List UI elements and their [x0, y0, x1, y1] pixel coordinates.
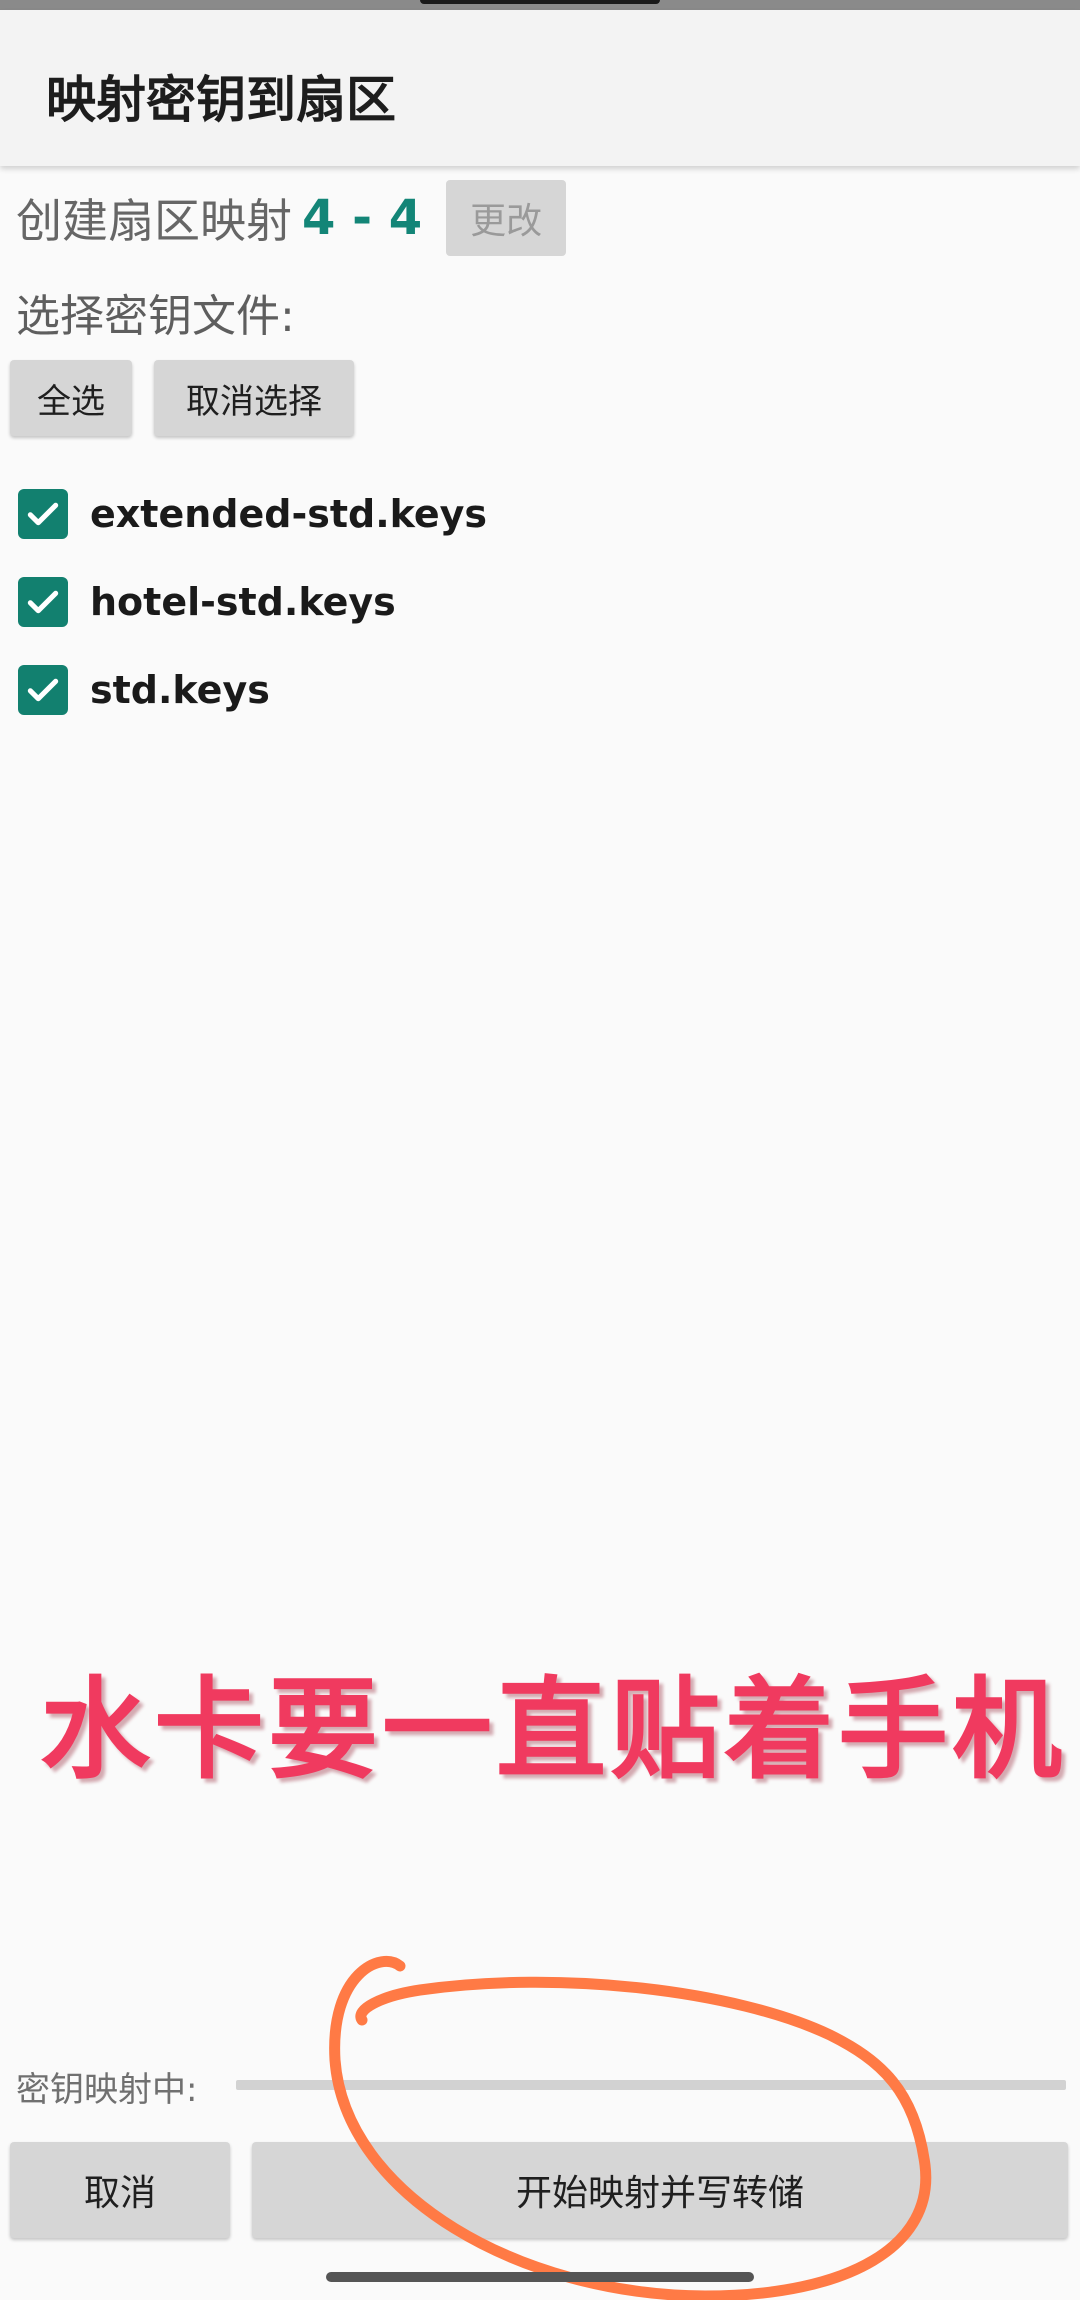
annotation-text: 水卡要一直贴着手机	[40, 1666, 1066, 1794]
key-file-list: extended-std.keys hotel-std.keys std.key…	[18, 470, 487, 734]
deselect-button[interactable]: 取消选择	[154, 360, 354, 436]
change-button[interactable]: 更改	[446, 180, 567, 256]
cancel-button[interactable]: 取消	[10, 2142, 230, 2238]
checkmark-icon[interactable]	[18, 489, 68, 539]
key-file-item[interactable]: std.keys	[18, 646, 487, 734]
select-all-button[interactable]: 全选	[10, 360, 132, 436]
key-file-item[interactable]: extended-std.keys	[18, 470, 487, 558]
status-bar	[0, 0, 1080, 10]
sector-mapping-row: 创建扇区映射 4 - 4 更改	[16, 180, 567, 256]
key-file-label: hotel-std.keys	[90, 580, 396, 624]
progress-label: 密钥映射中:	[16, 2070, 198, 2110]
start-mapping-button[interactable]: 开始映射并写转储	[252, 2142, 1068, 2238]
home-indicator[interactable]	[326, 2272, 754, 2282]
select-key-files-label: 选择密钥文件:	[16, 291, 295, 342]
progress-bar	[236, 2080, 1066, 2090]
key-file-label: std.keys	[90, 668, 270, 712]
camera-notch	[420, 0, 660, 4]
circle-annotation	[329, 1956, 932, 2300]
key-file-item[interactable]: hotel-std.keys	[18, 558, 487, 646]
sector-range: 4 - 4	[302, 190, 423, 246]
checkmark-icon[interactable]	[18, 665, 68, 715]
page-title: 映射密钥到扇区	[46, 71, 396, 129]
sector-mapping-label: 创建扇区映射	[16, 194, 292, 248]
app-bar: 映射密钥到扇区	[0, 10, 1080, 166]
key-file-label: extended-std.keys	[90, 492, 488, 536]
checkmark-icon[interactable]	[18, 577, 68, 627]
